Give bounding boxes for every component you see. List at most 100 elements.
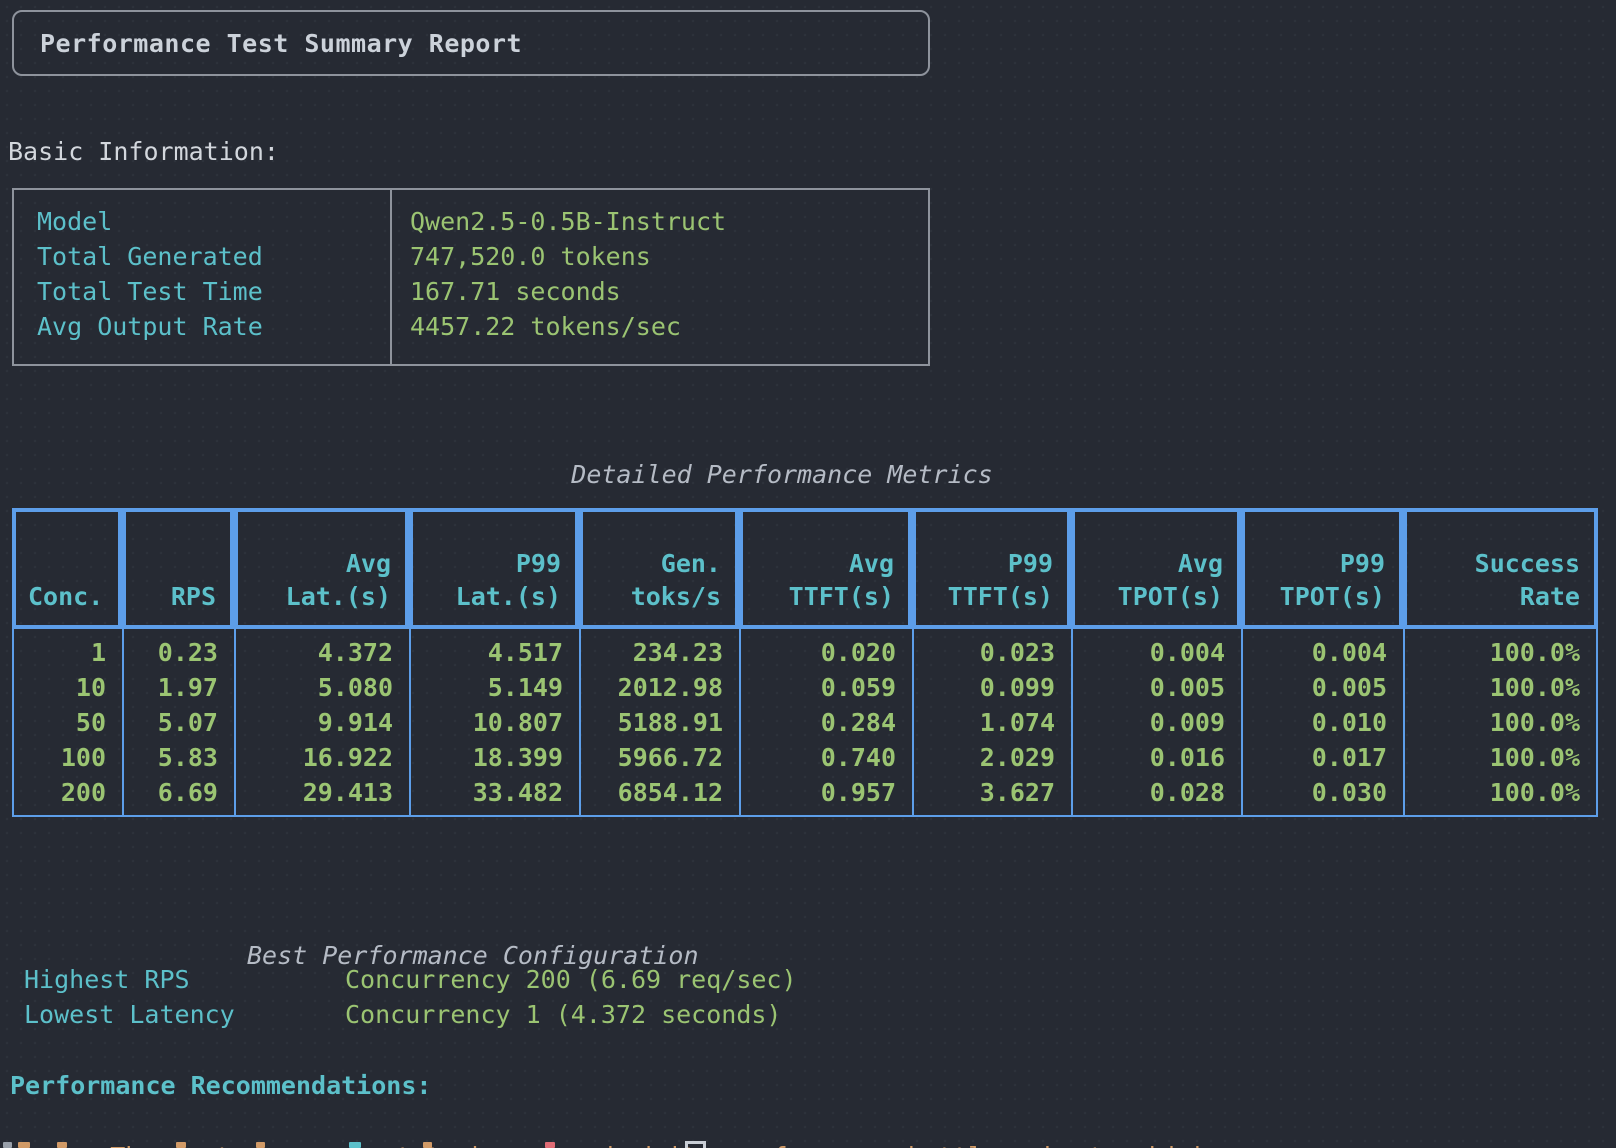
header-line: Gen. [661,547,721,580]
metric-cell: 16.922 [236,740,393,775]
info-value: 4457.22 tokens/sec [410,309,928,344]
metrics-header-cell: P99 Lat.(s) [409,508,579,629]
metric-cell: 2.029 [914,740,1055,775]
metric-cell: 0.740 [741,740,896,775]
header-line: TTFT(s) [789,580,894,613]
info-value: Qwen2.5-0.5B-Instruct [410,204,928,239]
basic-info-heading: Basic Information: [8,134,279,169]
metric-cell: 0.016 [1073,740,1225,775]
basic-info-value-column: Qwen2.5-0.5B-Instruct 747,520.0 tokens 1… [392,190,928,364]
header-line: Success [1475,547,1580,580]
header-line: Rate [1520,580,1580,613]
glyph-fragment [57,1142,67,1148]
header-line: Avg [849,547,894,580]
metrics-header-cell: Avg TTFT(s) [739,508,912,629]
basic-info-table: Model Total Generated Total Test Time Av… [12,188,930,366]
basic-info-label-column: Model Total Generated Total Test Time Av… [14,190,392,364]
clipped-terminal-line [0,1140,1616,1148]
metric-cell: 5188.91 [581,705,723,740]
metric-cell: 6854.12 [581,775,723,810]
metric-cell: 0.004 [1073,635,1225,670]
metrics-column: 4.5175.14910.80718.39933.482 [411,629,581,815]
metric-cell: 100.0% [1405,705,1580,740]
metric-cell: 3.627 [914,775,1055,810]
report-title: Performance Test Summary Report [14,29,522,58]
config-label: Lowest Latency [24,997,235,1032]
metric-cell: 0.957 [741,775,896,810]
metrics-column: 0.0040.0050.0100.0170.030 [1243,629,1405,815]
terminal-cursor [685,1141,706,1148]
metrics-header-cell: Gen. toks/s [579,508,739,629]
metric-cell: 5.83 [124,740,218,775]
header-line: P99 [1340,547,1385,580]
metrics-column: 0.231.975.075.836.69 [124,629,236,815]
metric-cell: 5.149 [411,670,563,705]
metric-cell: 4.517 [411,635,563,670]
metric-cell: 10 [14,670,106,705]
metrics-column: 100.0%100.0%100.0%100.0%100.0% [1405,629,1596,815]
metrics-column: 0.0200.0590.2840.7400.957 [741,629,914,815]
metric-cell: 50 [14,705,106,740]
metric-cell: 0.010 [1243,705,1387,740]
info-label: Total Generated [37,239,390,274]
metrics-column: 234.232012.985188.915966.726854.12 [581,629,741,815]
glyph-fragment [176,1142,186,1148]
metric-cell: 0.017 [1243,740,1387,775]
glyph-fragment [349,1142,361,1148]
metric-cell: 1.074 [914,705,1055,740]
metric-cell: 4.372 [236,635,393,670]
metrics-table-title: Detailed Performance Metrics [0,457,1575,492]
metrics-header-cell: RPS [122,508,234,629]
header-line: Lat.(s) [286,580,391,613]
metrics-column: 4.3725.0809.91416.92229.413 [236,629,411,815]
metric-cell: 5966.72 [581,740,723,775]
header-line: TPOT(s) [1280,580,1385,613]
config-value: Concurrency 200 (6.69 req/sec) [345,962,797,997]
glyph-fragment [423,1142,432,1148]
config-label: Highest RPS [24,962,190,997]
metric-cell: 0.009 [1073,705,1225,740]
metric-cell: 5.07 [124,705,218,740]
metric-cell: 0.004 [1243,635,1387,670]
info-label: Total Test Time [37,274,390,309]
metrics-column: 0.0040.0050.0090.0160.028 [1073,629,1243,815]
metrics-header-cell: Avg TPOT(s) [1071,508,1241,629]
metric-cell: 0.020 [741,635,896,670]
glyph-fragment [256,1142,265,1148]
metric-cell: 18.399 [411,740,563,775]
metrics-column: 11050100200 [14,629,124,815]
header-line: Lat.(s) [456,580,561,613]
metrics-header-cell: P99 TTFT(s) [912,508,1071,629]
header-line: Avg [346,547,391,580]
metric-cell: 0.23 [124,635,218,670]
metric-cell: 100.0% [1405,670,1580,705]
metric-cell: 1 [14,635,106,670]
metric-cell: 0.030 [1243,775,1387,810]
info-value: 167.71 seconds [410,274,928,309]
header-line: P99 [1008,547,1053,580]
metric-cell: 9.914 [236,705,393,740]
metric-cell: 10.807 [411,705,563,740]
metrics-body: 110501002000.231.975.075.836.694.3725.08… [12,629,1598,817]
metric-cell: 0.284 [741,705,896,740]
metric-cell: 100 [14,740,106,775]
metric-cell: 2012.98 [581,670,723,705]
metric-cell: 6.69 [124,775,218,810]
metric-cell: 100.0% [1405,740,1580,775]
header-line: P99 [516,547,561,580]
glyph-fragment [545,1142,555,1148]
glyph-fragment [3,1142,12,1148]
metrics-header-cell: Avg Lat.(s) [234,508,409,629]
metric-cell: 0.099 [914,670,1055,705]
info-label: Model [37,204,390,239]
metrics-header-cell: Success Rate [1403,508,1598,629]
header-line: Avg [1178,547,1223,580]
metric-cell: 234.23 [581,635,723,670]
info-label: Avg Output Rate [37,309,390,344]
metric-cell: 1.97 [124,670,218,705]
metrics-header-cell: Conc. [12,508,122,629]
header-line: TTFT(s) [948,580,1053,613]
metric-cell: 100.0% [1405,775,1580,810]
report-title-box: Performance Test Summary Report [12,10,930,76]
header-line: TPOT(s) [1118,580,1223,613]
